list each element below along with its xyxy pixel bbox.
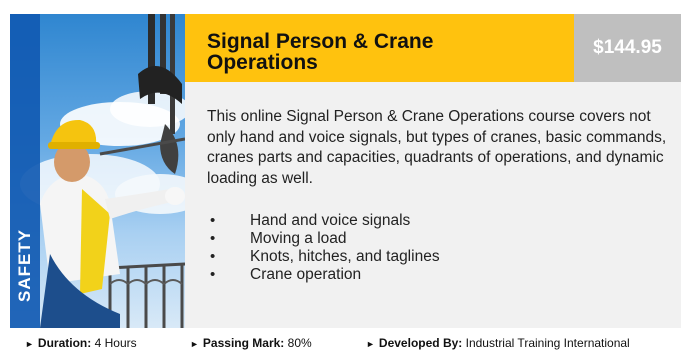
list-item: Crane operation [207,266,440,284]
topic-list: Hand and voice signals Moving a load Kno… [207,212,440,284]
course-title[interactable]: Signal Person & Crane Operations [207,31,537,73]
course-card[interactable]: SAFETY Signal Person & Crane Operations … [10,14,681,328]
price-box[interactable]: $144.95 [574,14,681,82]
list-item: Knots, hitches, and taglines [207,248,440,266]
course-description: This online Signal Person & Crane Operat… [207,108,667,187]
list-item: Hand and voice signals [207,212,440,230]
category-band: SAFETY [10,14,40,328]
list-item: Moving a load [207,230,440,248]
title-bar: Signal Person & Crane Operations [185,14,574,82]
course-price: $144.95 [593,37,662,58]
category-label: SAFETY [15,228,34,302]
